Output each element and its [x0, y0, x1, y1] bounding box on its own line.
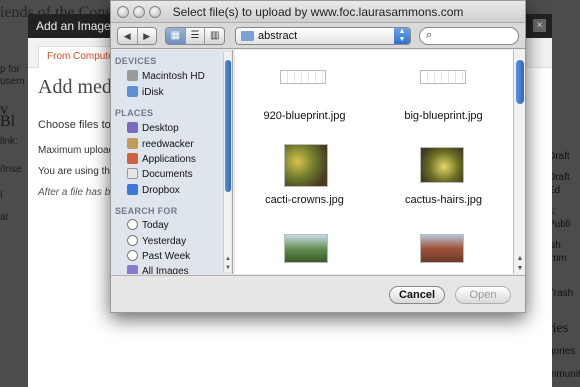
folder-label: abstract: [258, 30, 298, 42]
sidebar-item-idisk[interactable]: iDisk: [127, 86, 164, 101]
list-view-button[interactable]: ☰: [184, 28, 205, 44]
file-item[interactable]: big-blueprint.jpg: [374, 50, 513, 126]
hard-drive-icon: [127, 70, 138, 81]
sidebar-item-label: Documents: [142, 169, 193, 180]
sidebar-item-all-images[interactable]: All Images: [127, 265, 189, 274]
search-input[interactable]: ⌕: [419, 27, 519, 45]
dialog-toolbar: ◀ ▶ ▦ ☰ ▥ abstract ▲ ▼ ⌕: [111, 23, 525, 49]
file-item[interactable]: 920-blueprint.jpg: [235, 50, 374, 126]
file-grid-scrollbar[interactable]: ▲ ▼: [513, 50, 525, 274]
file-item[interactable]: cactus-hairs.jpg: [374, 130, 513, 206]
file-name: cactus-hairs.jpg: [404, 194, 483, 206]
sidebar-item-label: Past Week: [142, 251, 191, 262]
dialog-titlebar: Select file(s) to upload by www.foc.laur…: [111, 1, 525, 23]
places-header: PLACES: [115, 108, 154, 118]
sidebar-scrollbar[interactable]: ▲ ▼: [223, 52, 231, 272]
scroll-down-icon[interactable]: ▼: [224, 265, 232, 271]
sidebar-item-documents[interactable]: Documents: [127, 168, 193, 183]
file-item[interactable]: [235, 220, 374, 274]
file-item[interactable]: cacti-crowns.jpg: [235, 130, 374, 206]
file-item[interactable]: [374, 220, 513, 274]
file-thumbnail: [280, 70, 326, 84]
images-icon: [127, 265, 138, 274]
dialog-button-bar: Cancel Open: [111, 275, 525, 312]
desktop-icon: [127, 122, 138, 133]
sidebar-item-label: iDisk: [142, 87, 164, 98]
applications-icon: [127, 153, 138, 164]
scrollbar-thumb[interactable]: [516, 60, 524, 104]
sidebar-item-reedwacker[interactable]: reedwacker: [127, 138, 194, 153]
forward-button[interactable]: ▶: [136, 28, 157, 44]
sidebar-item-label: All Images: [142, 266, 189, 274]
file-name: 920-blueprint.jpg: [263, 110, 346, 122]
documents-icon: [127, 168, 138, 179]
nav-buttons: ◀ ▶: [117, 27, 157, 45]
file-thumbnail: [420, 147, 464, 183]
dialog-sidebar: DEVICES Macintosh HD iDisk PLACES Deskto…: [111, 50, 233, 274]
scroll-up-icon[interactable]: ▲: [514, 255, 526, 262]
sidebar-item-macintosh-hd[interactable]: Macintosh HD: [127, 70, 205, 85]
file-thumbnail: [420, 70, 466, 84]
back-button[interactable]: ◀: [118, 28, 137, 44]
sidebar-item-label: Today: [142, 220, 169, 231]
file-thumbnail: [284, 144, 328, 187]
folder-icon: [241, 31, 254, 41]
file-name: big-blueprint.jpg: [404, 110, 483, 122]
scroll-down-icon[interactable]: ▼: [514, 265, 526, 272]
search-for-header: SEARCH FOR: [115, 206, 178, 216]
sidebar-item-desktop[interactable]: Desktop: [127, 122, 179, 137]
sidebar-item-today[interactable]: Today: [127, 219, 169, 234]
sidebar-item-yesterday[interactable]: Yesterday: [127, 235, 186, 250]
file-thumbnail: [284, 234, 328, 263]
file-thumbnail: [420, 234, 464, 263]
sidebar-item-applications[interactable]: Applications: [127, 153, 196, 168]
sidebar-item-label: Desktop: [142, 123, 179, 134]
icon-view-button[interactable]: ▦: [166, 28, 185, 44]
sidebar-item-label: Applications: [142, 154, 196, 165]
dialog-title: Select file(s) to upload by www.foc.laur…: [172, 5, 464, 19]
file-dialog: Select file(s) to upload by www.foc.laur…: [110, 0, 526, 313]
folder-popup[interactable]: abstract ▲ ▼: [235, 27, 411, 45]
view-mode-buttons: ▦ ☰ ▥: [165, 27, 225, 45]
dropbox-icon: [127, 184, 138, 195]
sidebar-item-label: Macintosh HD: [142, 71, 205, 82]
cancel-button[interactable]: Cancel: [389, 286, 445, 304]
devices-header: DEVICES: [115, 56, 157, 66]
sidebar-item-dropbox[interactable]: Dropbox: [127, 184, 180, 199]
clock-icon: [127, 235, 138, 246]
sidebar-item-label: Yesterday: [142, 236, 187, 247]
sidebar-item-label: reedwacker: [142, 139, 194, 150]
column-view-button[interactable]: ▥: [204, 28, 224, 44]
sidebar-item-past-week[interactable]: Past Week: [127, 250, 190, 265]
file-name: cacti-crowns.jpg: [265, 194, 344, 206]
open-button[interactable]: Open: [455, 286, 511, 304]
sidebar-item-label: Dropbox: [142, 185, 180, 196]
close-icon[interactable]: ×: [533, 19, 546, 32]
idisk-icon: [127, 86, 138, 97]
file-grid: 920-blueprint.jpg big-blueprint.jpg cact…: [235, 50, 513, 274]
search-icon: ⌕: [426, 29, 433, 41]
clock-icon: [127, 250, 138, 261]
popup-arrows-icon: ▲ ▼: [394, 28, 410, 44]
clock-icon: [127, 219, 138, 230]
scrollbar-thumb[interactable]: [225, 60, 231, 192]
home-icon: [127, 138, 138, 149]
scroll-up-icon[interactable]: ▲: [224, 256, 232, 262]
